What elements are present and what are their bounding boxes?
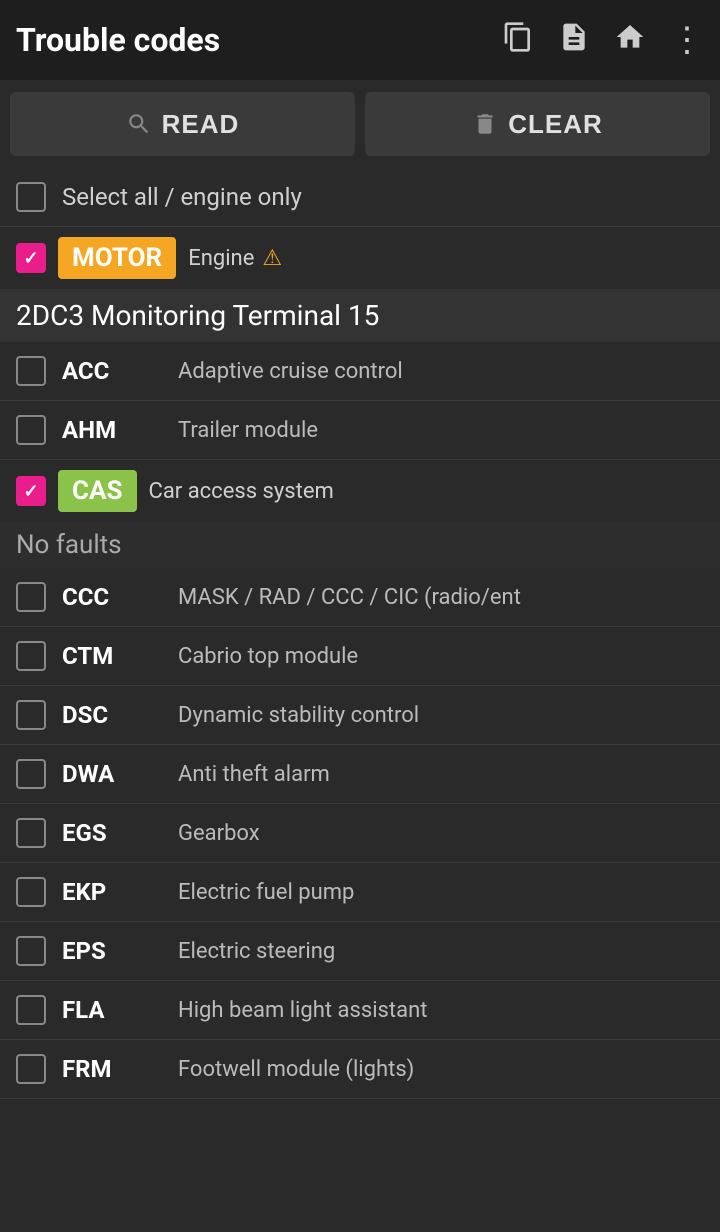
item-code-dwa: DWA — [62, 760, 162, 788]
item-code-fla: FLA — [62, 996, 162, 1024]
search-icon — [126, 111, 152, 137]
warning-icon: ⚠ — [262, 246, 282, 271]
ahm-checkbox[interactable] — [16, 415, 46, 445]
ctm-checkbox[interactable] — [16, 641, 46, 671]
copy-icon[interactable] — [502, 21, 534, 60]
action-bar: READ CLEAR — [0, 80, 720, 168]
item-desc-acc: Adaptive cruise control — [178, 359, 704, 384]
frm-checkbox[interactable] — [16, 1054, 46, 1084]
list-item[interactable]: CCC MASK / RAD / CCC / CIC (radio/ent — [0, 568, 720, 627]
item-desc-ahm: Trailer module — [178, 418, 704, 443]
item-desc-ekp: Electric fuel pump — [178, 880, 704, 905]
egs-checkbox[interactable] — [16, 818, 46, 848]
item-code-egs: EGS — [62, 819, 162, 847]
clear-button[interactable]: CLEAR — [365, 92, 710, 156]
read-button[interactable]: READ — [10, 92, 355, 156]
item-desc-eps: Electric steering — [178, 939, 704, 964]
list-item[interactable]: DSC Dynamic stability control — [0, 686, 720, 745]
select-all-checkbox[interactable] — [16, 182, 46, 212]
item-desc-egs: Gearbox — [178, 821, 704, 846]
fla-checkbox[interactable] — [16, 995, 46, 1025]
list-item[interactable]: EPS Electric steering — [0, 922, 720, 981]
cas-module-header: CAS Car access system — [0, 460, 720, 522]
cas-checkbox[interactable] — [16, 476, 46, 506]
item-code-ahm: AHM — [62, 416, 162, 444]
select-all-row[interactable]: Select all / engine only — [0, 168, 720, 227]
cas-description: Car access system — [149, 479, 334, 504]
item-code-ccc: CCC — [62, 583, 162, 611]
home-icon[interactable] — [614, 21, 646, 60]
header-icons: ⋮ — [502, 20, 704, 60]
item-desc-dwa: Anti theft alarm — [178, 762, 704, 787]
item-code-ctm: CTM — [62, 642, 162, 670]
dwa-checkbox[interactable] — [16, 759, 46, 789]
list-item[interactable]: EGS Gearbox — [0, 804, 720, 863]
item-desc-frm: Footwell module (lights) — [178, 1057, 704, 1082]
item-code-ekp: EKP — [62, 878, 162, 906]
header: Trouble codes ⋮ — [0, 0, 720, 80]
eps-checkbox[interactable] — [16, 936, 46, 966]
item-code-frm: FRM — [62, 1055, 162, 1083]
ccc-checkbox[interactable] — [16, 582, 46, 612]
more-options-icon[interactable]: ⋮ — [670, 20, 704, 60]
cas-tag[interactable]: CAS — [58, 470, 137, 512]
ekp-checkbox[interactable] — [16, 877, 46, 907]
read-label: READ — [162, 109, 240, 140]
list-item[interactable]: DWA Anti theft alarm — [0, 745, 720, 804]
clear-label: CLEAR — [508, 109, 603, 140]
motor-tag[interactable]: MOTOR — [58, 237, 176, 279]
list-item[interactable]: CTM Cabrio top module — [0, 627, 720, 686]
select-all-label: Select all / engine only — [62, 183, 302, 211]
list-item[interactable]: ACC Adaptive cruise control — [0, 342, 720, 401]
dsc-checkbox[interactable] — [16, 700, 46, 730]
list-item[interactable]: EKP Electric fuel pump — [0, 863, 720, 922]
list-item[interactable]: FRM Footwell module (lights) — [0, 1040, 720, 1099]
motor-checkbox[interactable] — [16, 243, 46, 273]
item-desc-ctm: Cabrio top module — [178, 644, 704, 669]
file-icon[interactable] — [558, 21, 590, 60]
item-code-eps: EPS — [62, 937, 162, 965]
item-code-acc: ACC — [62, 357, 162, 385]
item-code-dsc: DSC — [62, 701, 162, 729]
no-faults-label: No faults — [0, 522, 720, 568]
item-desc-fla: High beam light assistant — [178, 998, 704, 1023]
motor-module-header: MOTOR Engine ⚠ — [0, 227, 720, 289]
item-desc-ccc: MASK / RAD / CCC / CIC (radio/ent — [178, 585, 704, 610]
group-label-motor: 2DC3 Monitoring Terminal 15 — [0, 289, 720, 342]
page-title: Trouble codes — [16, 21, 502, 59]
item-desc-dsc: Dynamic stability control — [178, 703, 704, 728]
acc-checkbox[interactable] — [16, 356, 46, 386]
list-item[interactable]: AHM Trailer module — [0, 401, 720, 460]
motor-description: Engine ⚠ — [188, 246, 282, 271]
list-item[interactable]: FLA High beam light assistant — [0, 981, 720, 1040]
delete-icon — [472, 111, 498, 137]
